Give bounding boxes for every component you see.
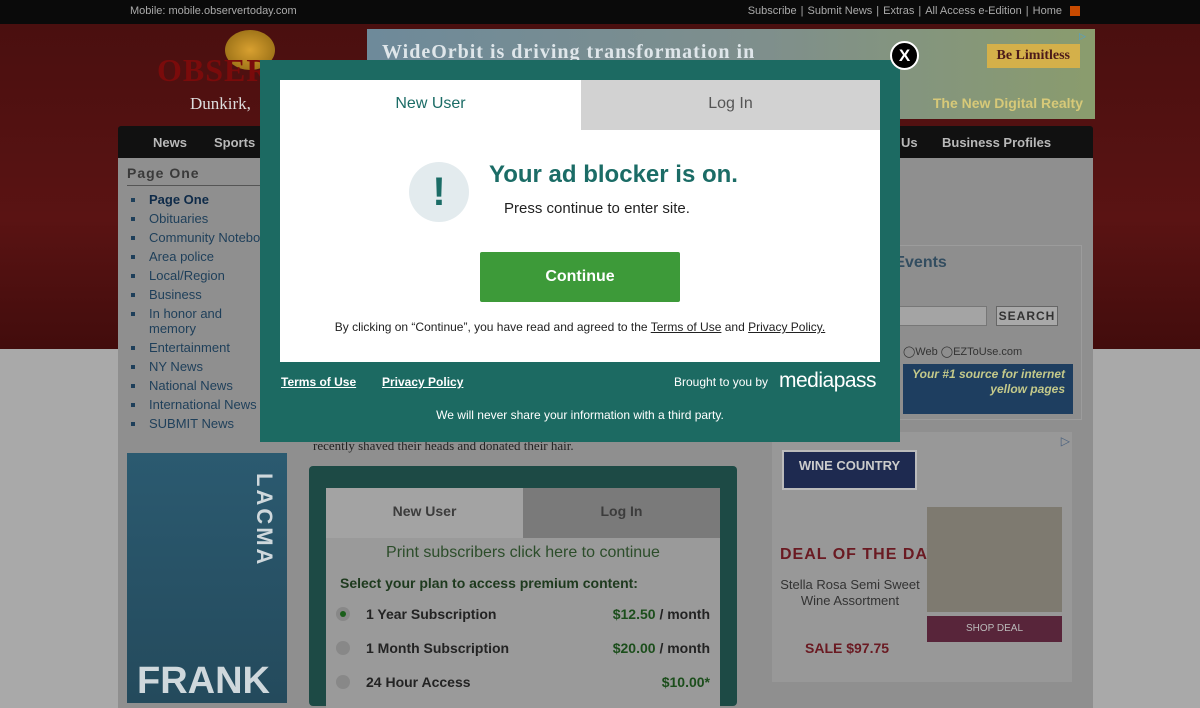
search-scope-options[interactable]: ◯Web ◯EZToUse.com	[903, 345, 1022, 358]
plan-unit: / month	[655, 640, 710, 656]
mediapass-logo: mediapass	[779, 369, 877, 392]
sidebar-item[interactable]: Entertainment	[127, 340, 262, 355]
nav-business-profiles[interactable]: Business Profiles	[942, 135, 1051, 150]
plan-price-wrap: $10.00*	[662, 674, 710, 690]
continue-button[interactable]: Continue	[480, 252, 680, 302]
sidebar-item[interactable]: In honor and memory	[127, 306, 262, 336]
terms-link[interactable]: Terms of Use	[651, 320, 722, 334]
sidebar-item[interactable]: Community Notebook	[127, 230, 262, 245]
plan-price-wrap: $20.00 / month	[613, 640, 710, 656]
mobile-link[interactable]: Mobile: mobile.observertoday.com	[130, 5, 297, 17]
deal-of-day: DEAL OF THE DAY	[780, 546, 939, 563]
sidebar: Page One Page One Obituaries Community N…	[127, 165, 262, 435]
sidebar-item[interactable]: SUBMIT News	[127, 416, 262, 431]
logo-name: OBSER	[157, 52, 271, 88]
plan-option[interactable]: 1 Year Subscription $12.50 / month	[336, 604, 714, 626]
modal-subtext: Press continue to enter site.	[504, 200, 690, 217]
brought-by-text: Brought to you by	[674, 375, 769, 389]
wine-ad[interactable]: WINE COUNTRY DEAL OF THE DAY Stella Rosa…	[772, 432, 1072, 682]
plan-price: $10.00*	[661, 674, 710, 690]
sidebar-item[interactable]: Business	[127, 287, 262, 302]
modal-headline: Your ad blocker is on.	[489, 161, 738, 188]
search-button[interactable]: SEARCH	[996, 306, 1058, 326]
nav-us[interactable]: Us	[901, 135, 918, 150]
sale-price: SALE $97.75	[805, 640, 890, 656]
privacy-note: We will never share your information wit…	[436, 408, 724, 422]
radio-selected[interactable]	[336, 607, 350, 621]
radio[interactable]	[336, 675, 350, 689]
tab-log-in[interactable]: Log In	[581, 80, 880, 130]
agree-and: and	[721, 320, 749, 334]
nav-sports[interactable]: Sports	[214, 135, 255, 150]
plan-option[interactable]: 1 Month Subscription $20.00 / month	[336, 638, 714, 660]
footer-terms-link[interactable]: Terms of Use	[281, 375, 356, 389]
plan-price: $20.00	[612, 640, 656, 656]
sidebar-title: Page One	[127, 165, 262, 186]
agree-prefix: By clicking on “Continue”, you have read…	[334, 320, 651, 334]
plan-name: 1 Year Subscription	[366, 606, 497, 622]
exclamation-icon: !	[409, 162, 469, 222]
paywall-tabs: New User Log In	[326, 488, 720, 538]
close-button[interactable]: X	[890, 41, 919, 70]
adchoices-icon[interactable]: ▷	[1061, 434, 1070, 448]
plan-select-label: Select your plan to access premium conte…	[340, 575, 638, 591]
separator: |	[918, 5, 922, 17]
sidebar-item[interactable]: National News	[127, 378, 262, 393]
privacy-link[interactable]: Privacy Policy.	[748, 320, 825, 334]
logo-city: Dunkirk,	[190, 94, 251, 113]
adchoices-icon[interactable]: ▷	[1079, 31, 1091, 43]
sidebar-item[interactable]: Area police	[127, 249, 262, 264]
separator: |	[800, 5, 804, 17]
tab-new-user[interactable]: New User	[280, 80, 581, 130]
print-subscribers-link[interactable]: Print subscribers click here to continue	[326, 544, 720, 562]
rss-icon[interactable]	[1070, 6, 1080, 16]
top-links: Subscribe | Submit News | Extras | All A…	[748, 5, 1080, 17]
submit-news-link[interactable]: Submit News	[807, 5, 872, 17]
separator: |	[876, 5, 880, 17]
banner-tagline: The New Digital Realty	[932, 95, 1083, 111]
paywall-tab-login[interactable]: Log In	[523, 488, 720, 538]
nav-news[interactable]: News	[153, 135, 187, 150]
plan-price-wrap: $12.50 / month	[613, 606, 710, 622]
e-edition-link[interactable]: All Access e-Edition	[925, 5, 1022, 17]
plan-name: 24 Hour Access	[366, 674, 471, 690]
banner-cta-button[interactable]: Be Limitless	[986, 44, 1080, 68]
modal-tabs: New User Log In	[280, 80, 880, 130]
plan-option[interactable]: 24 Hour Access $10.00*	[336, 672, 714, 694]
lacma-vertical-text: LACMA	[252, 473, 277, 568]
sidebar-item[interactable]: Page One	[127, 192, 262, 207]
wine-logo: WINE COUNTRY	[782, 450, 917, 490]
wine-product: Stella Rosa Semi Sweet Wine Assortment	[780, 577, 920, 608]
radio[interactable]	[336, 641, 350, 655]
separator: |	[1025, 5, 1029, 17]
subscribe-link[interactable]: Subscribe	[748, 5, 797, 17]
sidebar-item[interactable]: International News	[127, 397, 262, 412]
sidebar-item[interactable]: Local/Region	[127, 268, 262, 283]
extras-link[interactable]: Extras	[883, 5, 914, 17]
sidebar-item[interactable]: Obituaries	[127, 211, 262, 226]
top-bar: Mobile: mobile.observertoday.com Subscri…	[0, 0, 1200, 24]
paywall-tab-new-user[interactable]: New User	[326, 488, 523, 538]
plan-name: 1 Month Subscription	[366, 640, 510, 656]
home-link[interactable]: Home	[1033, 5, 1062, 17]
plan-price: $12.50	[612, 606, 656, 622]
lacma-ad[interactable]: LACMA FRANK	[127, 453, 287, 703]
plan-unit: / month	[655, 606, 710, 622]
sidebar-item[interactable]: NY News	[127, 359, 262, 374]
search-input[interactable]	[891, 306, 987, 326]
wine-image	[927, 507, 1062, 612]
lacma-bottom-text: FRANK	[137, 660, 270, 702]
footer-privacy-link[interactable]: Privacy Policy	[382, 375, 463, 389]
agreement-text: By clicking on “Continue”, you have read…	[280, 320, 880, 334]
shop-deal-button[interactable]: SHOP DEAL	[927, 616, 1062, 642]
yellow-pages-ad[interactable]: Your #1 source for internet yellow pages	[903, 364, 1073, 414]
